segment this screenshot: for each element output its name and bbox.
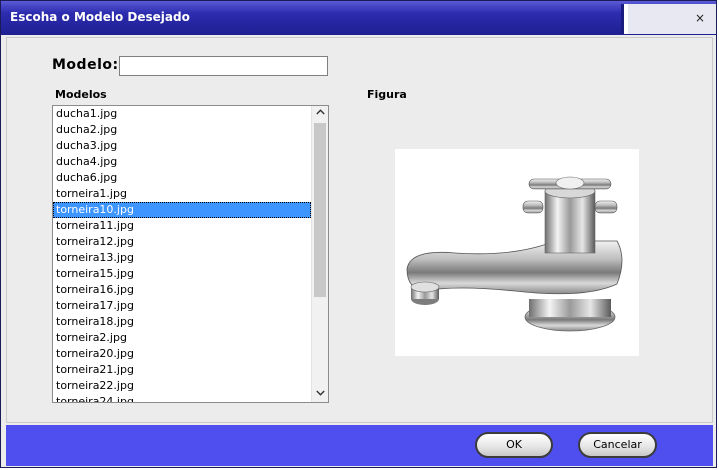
list-item[interactable]: torneira17.jpg bbox=[53, 298, 311, 314]
list-item[interactable]: torneira13.jpg bbox=[53, 250, 311, 266]
list-item[interactable]: torneira24.jpg bbox=[53, 394, 311, 402]
list-item[interactable]: torneira1.jpg bbox=[53, 186, 311, 202]
ok-button[interactable]: OK bbox=[475, 432, 553, 458]
list-item[interactable]: ducha6.jpg bbox=[53, 170, 311, 186]
window-title: Escoha o Modelo Desejado bbox=[10, 10, 190, 24]
title-bar[interactable]: Escoha o Modelo Desejado × bbox=[1, 1, 716, 35]
figura-label: Figura bbox=[367, 88, 407, 101]
list-item[interactable]: ducha2.jpg bbox=[53, 122, 311, 138]
chevron-down-icon[interactable] bbox=[312, 387, 328, 402]
list-item[interactable]: ducha1.jpg bbox=[53, 106, 311, 122]
list-item[interactable]: ducha4.jpg bbox=[53, 154, 311, 170]
models-list: ducha1.jpg ducha2.jpg ducha3.jpg ducha4.jpg… bbox=[53, 106, 311, 402]
list-item[interactable]: ducha3.jpg bbox=[53, 138, 311, 154]
list-item[interactable]: torneira2.jpg bbox=[53, 330, 311, 346]
model-chooser-dialog: Escoha o Modelo Desejado × Modelo: Model… bbox=[0, 0, 717, 468]
chevron-up-icon[interactable] bbox=[312, 106, 328, 121]
scroll-thumb[interactable] bbox=[314, 123, 326, 297]
dialog-content: Modelo: Modelos Figura ducha1.jpg ducha2.… bbox=[6, 37, 713, 423]
models-listbox[interactable]: ducha1.jpg ducha2.jpg ducha3.jpg ducha4.jpg… bbox=[52, 105, 329, 403]
list-item[interactable]: torneira10.jpg bbox=[53, 202, 311, 218]
list-item[interactable]: torneira22.jpg bbox=[53, 378, 311, 394]
list-item[interactable]: torneira18.jpg bbox=[53, 314, 311, 330]
cancel-button[interactable]: Cancelar bbox=[578, 432, 657, 458]
modelo-input[interactable] bbox=[119, 56, 328, 76]
modelos-label: Modelos bbox=[55, 88, 107, 101]
list-item[interactable]: torneira15.jpg bbox=[53, 266, 311, 282]
dialog-footer: OK Cancelar bbox=[6, 425, 713, 466]
list-item[interactable]: torneira20.jpg bbox=[53, 346, 311, 362]
list-item[interactable]: torneira21.jpg bbox=[53, 362, 311, 378]
close-icon[interactable]: × bbox=[693, 11, 707, 25]
models-list-scrollbar[interactable] bbox=[311, 106, 328, 402]
faucet-preview-image bbox=[395, 149, 639, 356]
list-item[interactable]: torneira16.jpg bbox=[53, 282, 311, 298]
list-item[interactable]: torneira11.jpg bbox=[53, 218, 311, 234]
modelo-label: Modelo: bbox=[52, 57, 119, 73]
list-item[interactable]: torneira12.jpg bbox=[53, 234, 311, 250]
